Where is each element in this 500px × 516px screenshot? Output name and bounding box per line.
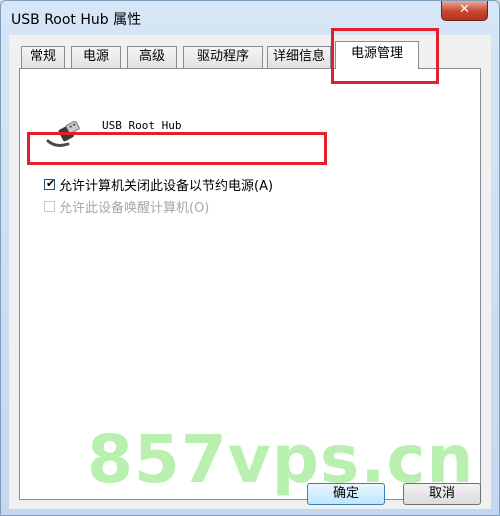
close-icon: ✕ xyxy=(459,2,470,17)
tab-details[interactable]: 详细信息 xyxy=(267,46,331,68)
tab-label: 电源 xyxy=(82,49,109,64)
close-button[interactable]: ✕ xyxy=(441,1,488,21)
allow-wake-label: 允许此设备唤醒计算机(O) xyxy=(59,201,210,216)
properties-window: USB Root Hub 属性 ✕ 常规 电源 高级 驱动程序 详细信息 电源管… xyxy=(0,0,500,516)
allow-power-off-checkbox[interactable]: ✔ xyxy=(44,177,56,190)
tab-power[interactable]: 电源 xyxy=(71,46,121,68)
tab-advanced[interactable]: 高级 xyxy=(127,46,177,68)
allow-wake-option: 允许此设备唤醒计算机(O) xyxy=(44,197,209,216)
tab-label: 高级 xyxy=(138,49,165,64)
option-highlight-box xyxy=(27,132,327,165)
tab-label: 常规 xyxy=(29,49,56,64)
window-title: USB Root Hub 属性 xyxy=(11,12,142,28)
device-name: USB Root Hub xyxy=(102,119,182,132)
site-watermark: 857vps.cn xyxy=(87,421,475,498)
check-icon: ✔ xyxy=(46,177,56,190)
tab-highlight-box xyxy=(331,28,439,84)
allow-wake-checkbox xyxy=(44,201,55,212)
allow-power-off-label: 允许计算机关闭此设备以节约电源(A) xyxy=(59,179,274,194)
tab-driver[interactable]: 驱动程序 xyxy=(183,46,263,68)
allow-power-off-option[interactable]: ✔ 允许计算机关闭此设备以节约电源(A) xyxy=(44,175,273,194)
tab-label: 详细信息 xyxy=(272,49,325,64)
tab-general[interactable]: 常规 xyxy=(21,46,65,68)
tab-label: 驱动程序 xyxy=(196,49,249,64)
